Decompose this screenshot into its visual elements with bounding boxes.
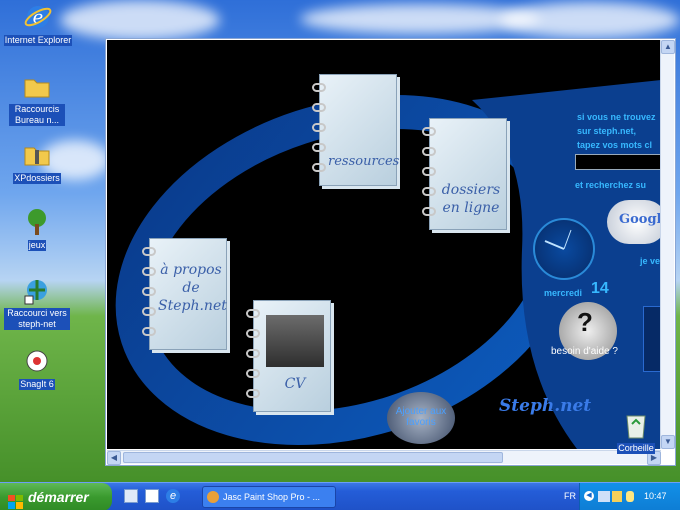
desktop-icon-jeux[interactable]: jeux: [0, 207, 79, 251]
start-label: démarrer: [28, 489, 89, 505]
brand-logo: Steph.net: [499, 396, 592, 416]
analog-clock: [533, 218, 595, 280]
google-label: Googl: [619, 212, 661, 227]
network-shortcut-icon: [22, 276, 52, 306]
quicklaunch-icon-1[interactable]: [124, 489, 138, 503]
book-label: ressources: [328, 154, 400, 169]
tray-network-icon[interactable]: [598, 491, 610, 502]
snagit-icon: [22, 346, 52, 376]
help-question-icon: ?: [577, 307, 593, 337]
paint-shop-pro-icon: [207, 491, 219, 503]
book-cv[interactable]: CV: [246, 300, 331, 412]
partial-panel-box: [643, 306, 661, 372]
quicklaunch-ie-icon[interactable]: e: [166, 489, 180, 503]
book-label: dossiers en ligne: [441, 182, 501, 216]
search-instructions: si vous ne trouvez sur steph.net, tapez …: [577, 112, 656, 150]
je-ve-text: je ve: [640, 256, 661, 266]
desktop-icon-raccourcis-bureau[interactable]: Raccourcis Bureau n...: [0, 72, 79, 126]
desktop-icon-label: Internet Explorer: [3, 35, 73, 46]
desktop-icon-xpdossiers[interactable]: XPdossiers: [0, 140, 79, 184]
clock-text: 10:47: [644, 491, 667, 501]
browser-window: ressources dossiers en ligne à propos de…: [105, 38, 676, 466]
tray-volume-icon[interactable]: [612, 491, 622, 502]
book-a-propos[interactable]: à propos de Steph.net: [142, 238, 227, 350]
folder-icon: [22, 72, 52, 102]
book-label: à propos de Steph.net: [158, 262, 227, 314]
recycle-bin-icon: [621, 410, 651, 440]
desktop-icon-label: jeux: [27, 240, 47, 251]
add-favorites-button[interactable]: Ajouter aux favoris: [387, 392, 455, 444]
book-ressources[interactable]: ressources: [312, 74, 400, 186]
desktop-icon-snagit[interactable]: SnagIt 6: [0, 346, 79, 390]
book-dossiers-en-ligne[interactable]: dossiers en ligne: [422, 118, 507, 230]
task-label: Jasc Paint Shop Pro - ...: [223, 492, 321, 502]
add-favorites-label: Ajouter aux favoris: [395, 406, 447, 428]
tree-icon: [22, 207, 52, 237]
desktop-icon-internet-explorer[interactable]: e Internet Explorer: [0, 2, 80, 46]
book-label: CV: [284, 376, 306, 392]
zip-folder-icon: [22, 140, 52, 170]
desktop-icon-label: Raccourcis Bureau n...: [9, 104, 65, 126]
search-suffix: et recherchez su: [575, 180, 647, 190]
desktop-icon-label: Corbeille: [617, 443, 655, 454]
start-button[interactable]: démarrer: [0, 483, 112, 510]
desktop-icon-steph-net[interactable]: Raccourci vers steph-net: [0, 276, 79, 330]
tray-expand-icon[interactable]: ◀: [584, 491, 594, 501]
horizontal-scroll-thumb[interactable]: [123, 452, 503, 463]
tray-alert-icon[interactable]: [626, 491, 634, 502]
desktop-icon-label: Raccourci vers steph-net: [4, 308, 70, 330]
scroll-left-button[interactable]: ◀: [107, 451, 121, 465]
taskbar-button-paint-shop-pro[interactable]: Jasc Paint Shop Pro - ...: [202, 486, 336, 508]
web-page-viewport: ressources dossiers en ligne à propos de…: [107, 40, 661, 449]
cv-photo: [266, 315, 324, 367]
scroll-up-button[interactable]: ▲: [661, 40, 675, 54]
help-label: besoin d'aide ?: [551, 346, 618, 357]
desktop-icon-label: XPdossiers: [13, 173, 61, 184]
language-indicator[interactable]: FR: [564, 491, 576, 501]
internet-explorer-icon: e: [23, 2, 53, 32]
desktop-icon-label: SnagIt 6: [19, 379, 55, 390]
system-tray: FR ◀ 10:47: [564, 483, 680, 510]
search-input[interactable]: [575, 154, 661, 170]
date-number: 14: [591, 280, 609, 297]
windows-flag-icon: [8, 490, 23, 509]
desktop-icon-corbeille[interactable]: Corbeille: [594, 410, 678, 454]
horizontal-scrollbar[interactable]: ◀ ▶: [107, 450, 661, 465]
date-day: mercredi: [544, 288, 583, 298]
google-button[interactable]: Googl: [607, 200, 661, 244]
taskbar: démarrer e Jasc Paint Shop Pro - ... FR …: [0, 482, 680, 510]
vertical-scrollbar[interactable]: ▲ ▼: [660, 40, 675, 449]
quicklaunch-icon-2[interactable]: [145, 489, 159, 503]
